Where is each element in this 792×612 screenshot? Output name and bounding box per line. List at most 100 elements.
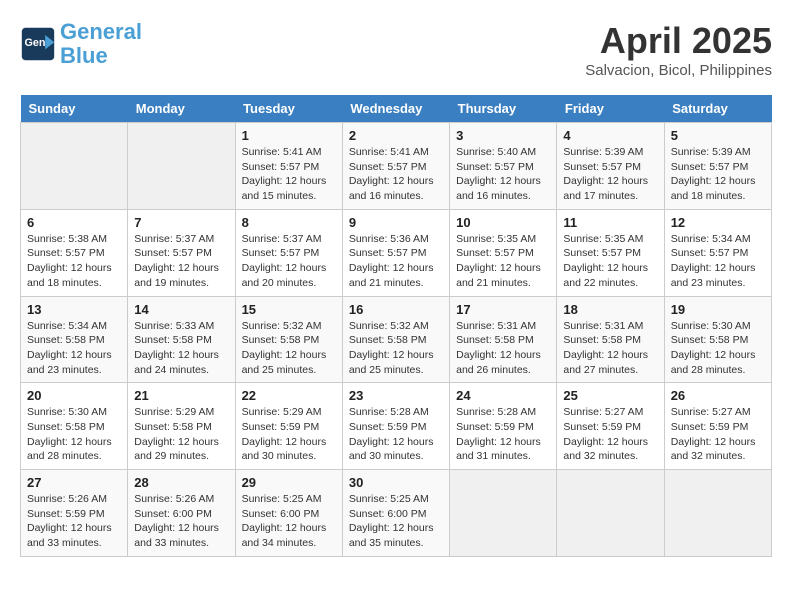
day-number: 5	[671, 128, 765, 143]
weekday-header: Sunday	[21, 95, 128, 123]
day-number: 4	[563, 128, 657, 143]
day-info: Sunrise: 5:36 AM Sunset: 5:57 PM Dayligh…	[349, 232, 443, 291]
day-info: Sunrise: 5:31 AM Sunset: 5:58 PM Dayligh…	[456, 319, 550, 378]
calendar-cell: 30 Sunrise: 5:25 AM Sunset: 6:00 PM Dayli…	[342, 470, 449, 557]
calendar-cell: 3 Sunrise: 5:40 AM Sunset: 5:57 PM Daylig…	[450, 123, 557, 210]
day-number: 17	[456, 302, 550, 317]
day-info: Sunrise: 5:29 AM Sunset: 5:58 PM Dayligh…	[134, 405, 228, 464]
day-number: 28	[134, 475, 228, 490]
day-info: Sunrise: 5:32 AM Sunset: 5:58 PM Dayligh…	[242, 319, 336, 378]
day-info: Sunrise: 5:26 AM Sunset: 5:59 PM Dayligh…	[27, 492, 121, 551]
weekday-header: Saturday	[664, 95, 771, 123]
day-info: Sunrise: 5:39 AM Sunset: 5:57 PM Dayligh…	[563, 145, 657, 204]
day-number: 29	[242, 475, 336, 490]
location-subtitle: Salvacion, Bicol, Philippines	[585, 62, 772, 79]
day-info: Sunrise: 5:41 AM Sunset: 5:57 PM Dayligh…	[349, 145, 443, 204]
calendar-cell: 27Sunrise: 5:26 AM Sunset: 5:59 PM Dayli…	[21, 470, 128, 557]
calendar-cell: 16Sunrise: 5:32 AM Sunset: 5:58 PM Dayli…	[342, 296, 449, 383]
calendar-cell: 23Sunrise: 5:28 AM Sunset: 5:59 PM Dayli…	[342, 383, 449, 470]
logo-icon: Gen	[20, 26, 56, 62]
day-number: 23	[349, 388, 443, 403]
day-number: 18	[563, 302, 657, 317]
day-info: Sunrise: 5:27 AM Sunset: 5:59 PM Dayligh…	[671, 405, 765, 464]
calendar-cell: 19Sunrise: 5:30 AM Sunset: 5:58 PM Dayli…	[664, 296, 771, 383]
calendar-week: 20 Sunrise: 5:30 AM Sunset: 5:58 PM Dayli…	[21, 383, 772, 470]
weekday-header: Friday	[557, 95, 664, 123]
calendar-cell	[664, 470, 771, 557]
weekday-header: Monday	[128, 95, 235, 123]
calendar-table: SundayMondayTuesdayWednesdayThursdayFrid…	[20, 95, 772, 557]
calendar-header: SundayMondayTuesdayWednesdayThursdayFrid…	[21, 95, 772, 123]
day-info: Sunrise: 5:35 AM Sunset: 5:57 PM Dayligh…	[456, 232, 550, 291]
day-info: Sunrise: 5:34 AM Sunset: 5:57 PM Dayligh…	[671, 232, 765, 291]
calendar-cell: 18 Sunrise: 5:31 AM Sunset: 5:58 PM Dayli…	[557, 296, 664, 383]
day-info: Sunrise: 5:40 AM Sunset: 5:57 PM Dayligh…	[456, 145, 550, 204]
calendar-cell: 12 Sunrise: 5:34 AM Sunset: 5:57 PM Dayli…	[664, 209, 771, 296]
day-number: 20	[27, 388, 121, 403]
calendar-cell: 25 Sunrise: 5:27 AM Sunset: 5:59 PM Dayli…	[557, 383, 664, 470]
day-number: 25	[563, 388, 657, 403]
calendar-cell	[128, 123, 235, 210]
calendar-cell: 28 Sunrise: 5:26 AM Sunset: 6:00 PM Dayli…	[128, 470, 235, 557]
day-info: Sunrise: 5:35 AM Sunset: 5:57 PM Dayligh…	[563, 232, 657, 291]
calendar-cell	[21, 123, 128, 210]
day-number: 26	[671, 388, 765, 403]
calendar-cell	[450, 470, 557, 557]
title-block: April 2025 Salvacion, Bicol, Philippines	[585, 20, 772, 79]
calendar-week: 13Sunrise: 5:34 AM Sunset: 5:58 PM Dayli…	[21, 296, 772, 383]
day-number: 22	[242, 388, 336, 403]
day-number: 21	[134, 388, 228, 403]
calendar-cell: 11Sunrise: 5:35 AM Sunset: 5:57 PM Dayli…	[557, 209, 664, 296]
day-info: Sunrise: 5:25 AM Sunset: 6:00 PM Dayligh…	[349, 492, 443, 551]
calendar-cell: 13Sunrise: 5:34 AM Sunset: 5:58 PM Dayli…	[21, 296, 128, 383]
day-number: 8	[242, 215, 336, 230]
day-number: 2	[349, 128, 443, 143]
calendar-week: 1Sunrise: 5:41 AM Sunset: 5:57 PM Daylig…	[21, 123, 772, 210]
day-info: Sunrise: 5:41 AM Sunset: 5:57 PM Dayligh…	[242, 145, 336, 204]
day-number: 12	[671, 215, 765, 230]
calendar-cell: 4 Sunrise: 5:39 AM Sunset: 5:57 PM Daylig…	[557, 123, 664, 210]
day-number: 7	[134, 215, 228, 230]
calendar-cell: 20 Sunrise: 5:30 AM Sunset: 5:58 PM Dayli…	[21, 383, 128, 470]
day-info: Sunrise: 5:31 AM Sunset: 5:58 PM Dayligh…	[563, 319, 657, 378]
day-info: Sunrise: 5:26 AM Sunset: 6:00 PM Dayligh…	[134, 492, 228, 551]
day-number: 16	[349, 302, 443, 317]
calendar-cell: 21 Sunrise: 5:29 AM Sunset: 5:58 PM Dayli…	[128, 383, 235, 470]
day-info: Sunrise: 5:38 AM Sunset: 5:57 PM Dayligh…	[27, 232, 121, 291]
calendar-cell: 29 Sunrise: 5:25 AM Sunset: 6:00 PM Dayli…	[235, 470, 342, 557]
weekday-header: Tuesday	[235, 95, 342, 123]
day-info: Sunrise: 5:25 AM Sunset: 6:00 PM Dayligh…	[242, 492, 336, 551]
calendar-cell: 14 Sunrise: 5:33 AM Sunset: 5:58 PM Dayli…	[128, 296, 235, 383]
day-number: 30	[349, 475, 443, 490]
calendar-cell: 8 Sunrise: 5:37 AM Sunset: 5:57 PM Daylig…	[235, 209, 342, 296]
day-number: 15	[242, 302, 336, 317]
calendar-cell: 26 Sunrise: 5:27 AM Sunset: 5:59 PM Dayli…	[664, 383, 771, 470]
day-info: Sunrise: 5:28 AM Sunset: 5:59 PM Dayligh…	[456, 405, 550, 464]
calendar-cell: 1Sunrise: 5:41 AM Sunset: 5:57 PM Daylig…	[235, 123, 342, 210]
day-info: Sunrise: 5:37 AM Sunset: 5:57 PM Dayligh…	[242, 232, 336, 291]
calendar-week: 6Sunrise: 5:38 AM Sunset: 5:57 PM Daylig…	[21, 209, 772, 296]
day-number: 3	[456, 128, 550, 143]
calendar-cell: 9 Sunrise: 5:36 AM Sunset: 5:57 PM Daylig…	[342, 209, 449, 296]
weekday-header: Thursday	[450, 95, 557, 123]
day-info: Sunrise: 5:33 AM Sunset: 5:58 PM Dayligh…	[134, 319, 228, 378]
calendar-cell: 15 Sunrise: 5:32 AM Sunset: 5:58 PM Dayli…	[235, 296, 342, 383]
day-info: Sunrise: 5:30 AM Sunset: 5:58 PM Dayligh…	[27, 405, 121, 464]
calendar-body: 1Sunrise: 5:41 AM Sunset: 5:57 PM Daylig…	[21, 123, 772, 557]
calendar-week: 27Sunrise: 5:26 AM Sunset: 5:59 PM Dayli…	[21, 470, 772, 557]
day-info: Sunrise: 5:37 AM Sunset: 5:57 PM Dayligh…	[134, 232, 228, 291]
weekday-header: Wednesday	[342, 95, 449, 123]
day-info: Sunrise: 5:30 AM Sunset: 5:58 PM Dayligh…	[671, 319, 765, 378]
day-info: Sunrise: 5:29 AM Sunset: 5:59 PM Dayligh…	[242, 405, 336, 464]
calendar-cell: 24 Sunrise: 5:28 AM Sunset: 5:59 PM Dayli…	[450, 383, 557, 470]
calendar-cell: 17 Sunrise: 5:31 AM Sunset: 5:58 PM Dayli…	[450, 296, 557, 383]
day-number: 24	[456, 388, 550, 403]
day-info: Sunrise: 5:39 AM Sunset: 5:57 PM Dayligh…	[671, 145, 765, 204]
day-number: 9	[349, 215, 443, 230]
calendar-cell: 10Sunrise: 5:35 AM Sunset: 5:57 PM Dayli…	[450, 209, 557, 296]
calendar-cell: 6Sunrise: 5:38 AM Sunset: 5:57 PM Daylig…	[21, 209, 128, 296]
day-number: 13	[27, 302, 121, 317]
day-info: Sunrise: 5:27 AM Sunset: 5:59 PM Dayligh…	[563, 405, 657, 464]
day-number: 14	[134, 302, 228, 317]
calendar-cell: 7 Sunrise: 5:37 AM Sunset: 5:57 PM Daylig…	[128, 209, 235, 296]
